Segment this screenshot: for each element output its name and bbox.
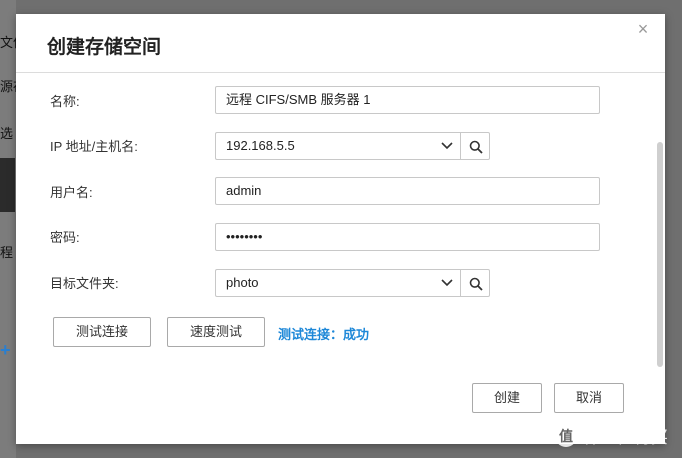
background-page: [0, 0, 16, 458]
target-folder-select[interactable]: photo: [215, 269, 461, 297]
ip-select[interactable]: 192.168.5.5: [215, 132, 461, 160]
create-storage-dialog: 创建存储空间 × 名称: 远程 CIFS/SMB 服务器 1 IP 地址/主机名…: [16, 14, 665, 444]
speed-test-button[interactable]: 速度测试: [167, 317, 265, 347]
ip-label: IP 地址/主机名:: [50, 139, 138, 154]
name-label: 名称:: [50, 94, 80, 109]
test-connection-button[interactable]: 测试连接: [53, 317, 151, 347]
search-icon: [469, 140, 483, 154]
close-icon[interactable]: ×: [635, 20, 651, 38]
background-thumbnail: [0, 158, 15, 212]
watermark-text: 什么值得买: [583, 428, 668, 447]
background-text: 选: [0, 126, 14, 141]
background-plus-icon: +: [0, 340, 11, 360]
ip-value: 192.168.5.5: [226, 138, 295, 153]
password-input[interactable]: ••••••••: [215, 223, 600, 251]
name-input[interactable]: 远程 CIFS/SMB 服务器 1: [215, 86, 600, 114]
cancel-button[interactable]: 取消: [554, 383, 624, 413]
dialog-title: 创建存储空间: [47, 37, 162, 58]
target-folder-combo: photo: [215, 269, 490, 297]
connection-status: 测试连接：成功: [278, 327, 370, 342]
background-text: 程: [0, 245, 14, 260]
chevron-down-icon: [441, 279, 453, 287]
header-divider: [16, 72, 665, 73]
watermark-logo-icon: 值: [555, 424, 577, 447]
ip-search-button[interactable]: [460, 132, 490, 160]
watermark: 值 什么值得买: [555, 423, 668, 448]
username-label: 用户名:: [50, 185, 93, 200]
scrollbar-thumb[interactable]: [657, 142, 663, 367]
username-input[interactable]: admin: [215, 177, 600, 205]
create-button[interactable]: 创建: [472, 383, 542, 413]
password-label: 密码:: [50, 230, 80, 245]
search-icon: [469, 277, 483, 291]
chevron-down-icon: [441, 142, 453, 150]
folder-search-button[interactable]: [460, 269, 490, 297]
target-folder-value: photo: [226, 275, 259, 290]
ip-combo: 192.168.5.5: [215, 132, 490, 160]
target-folder-label: 目标文件夹:: [50, 276, 119, 291]
